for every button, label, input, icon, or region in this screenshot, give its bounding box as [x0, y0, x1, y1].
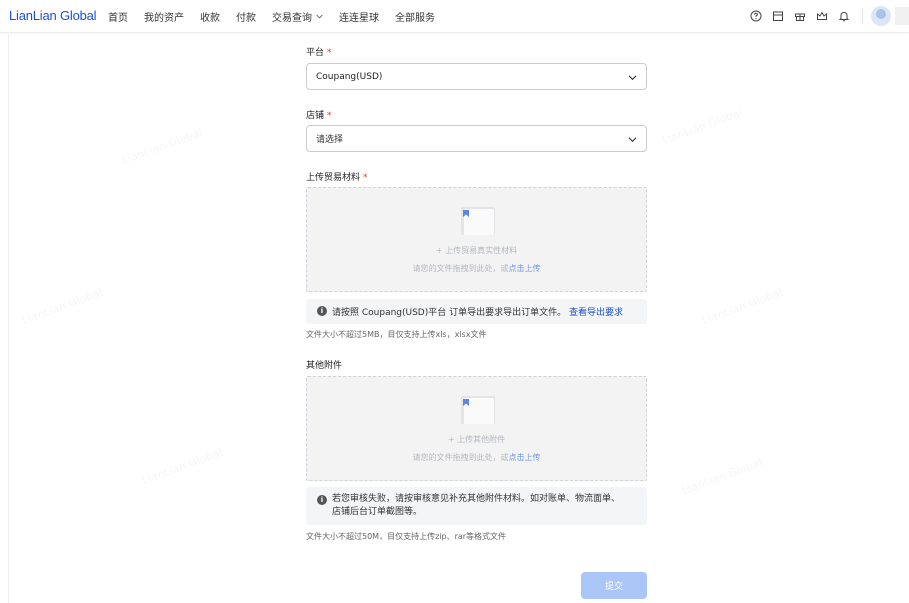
- folder-icon: [461, 396, 495, 424]
- help-icon[interactable]: [750, 10, 762, 22]
- other-attachment-notice: i 若您审核失败，请按审核意见补充其他附件材料。如对账单、物流面单、 店铺后台订…: [306, 487, 647, 525]
- nav-transactions-label: 交易查询: [272, 13, 312, 24]
- required-mark: *: [327, 111, 332, 121]
- click-upload-link[interactable]: 点击上传: [509, 453, 541, 462]
- calendar-icon[interactable]: [772, 10, 784, 22]
- folder-icon: [461, 207, 495, 235]
- platform-label: 平台 *: [306, 45, 332, 58]
- chevron-down-icon: [628, 137, 637, 143]
- store-select[interactable]: 请选择: [306, 125, 647, 152]
- top-nav: LianLian Global 首页 我的资产 收款 付款 交易查询 连连星球 …: [0, 0, 909, 33]
- trade-material-label: 上传贸易材料 *: [306, 170, 368, 183]
- other-attachment-tip: 文件大小不超过50M，目仅支持上传zip、rar等格式文件: [306, 532, 507, 541]
- notice-message: 请按照 Coupang(USD)平台 订单导出要求导出订单文件。: [332, 308, 567, 318]
- trade-material-notice: i 请按照 Coupang(USD)平台 订单导出要求导出订单文件。 查看导出要…: [306, 299, 647, 324]
- notice-text: 若您审核失败，请按审核意见补充其他附件材料。如对账单、物流面单、 店铺后台订单截…: [332, 493, 637, 519]
- store-label-text: 店铺: [306, 111, 325, 121]
- upload-hint: 请您的文件拖拽到此处，或点击上传: [307, 263, 646, 274]
- gift-icon[interactable]: [794, 10, 806, 22]
- notice-line-2: 店铺后台订单截图等。: [332, 507, 423, 517]
- upload-title: + 上传贸易真实性材料: [435, 246, 518, 255]
- notice-line-1: 若您审核失败，请按审核意见补充其他附件材料。如对账单、物流面单、: [332, 494, 621, 504]
- nav-receive[interactable]: 收款: [200, 9, 220, 24]
- nav-all-services[interactable]: 全部服务: [395, 9, 435, 24]
- upload-title: + 上传其他附件: [447, 435, 506, 444]
- upload-hint-text: 请您的文件拖拽到此处，或: [412, 453, 509, 462]
- required-mark: *: [363, 173, 368, 183]
- info-icon: i: [317, 495, 327, 505]
- chevron-down-icon: [316, 14, 323, 19]
- platform-select-value: Coupang(USD): [316, 71, 383, 82]
- submit-button[interactable]: 提交: [581, 572, 647, 599]
- upload-hint: 请您的文件拖拽到此处，或点击上传: [307, 452, 646, 463]
- chevron-down-icon: [628, 75, 637, 81]
- main-nav: 首页 我的资产 收款 付款 交易查询 连连星球 全部服务: [108, 9, 451, 24]
- account-name-placeholder[interactable]: [895, 7, 909, 25]
- notice-text: 请按照 Coupang(USD)平台 订单导出要求导出订单文件。 查看导出要求: [332, 305, 623, 318]
- header-actions: [750, 6, 909, 26]
- store-label: 店铺 *: [306, 108, 332, 121]
- nav-pay[interactable]: 付款: [236, 9, 256, 24]
- nav-assets[interactable]: 我的资产: [144, 9, 184, 24]
- bell-icon[interactable]: [838, 10, 850, 22]
- other-attachment-label: 其他附件: [306, 361, 343, 371]
- trade-material-label-text: 上传贸易材料: [306, 173, 361, 183]
- info-icon: i: [317, 306, 327, 316]
- platform-select[interactable]: Coupang(USD): [306, 63, 647, 90]
- nav-transactions[interactable]: 交易查询: [272, 9, 323, 24]
- nav-home[interactable]: 首页: [108, 9, 128, 24]
- avatar[interactable]: [871, 6, 891, 26]
- store-select-placeholder: 请选择: [316, 135, 344, 145]
- trade-material-dropzone[interactable]: + 上传贸易真实性材料 请您的文件拖拽到此处，或点击上传: [306, 187, 647, 292]
- export-requirements-link[interactable]: 查看导出要求: [569, 308, 623, 318]
- upload-hint-text: 请您的文件拖拽到此处，或: [412, 264, 509, 273]
- required-mark: *: [327, 48, 332, 58]
- platform-label-text: 平台: [306, 48, 325, 58]
- header-divider: [862, 9, 863, 23]
- brand-logo[interactable]: LianLian Global: [9, 8, 97, 23]
- left-rail: [0, 34, 9, 603]
- trade-material-tip: 文件大小不超过5MB，目仅支持上传xls，xlsx文件: [306, 330, 487, 339]
- click-upload-link[interactable]: 点击上传: [509, 264, 541, 273]
- crown-icon[interactable]: [816, 10, 828, 22]
- other-attachment-dropzone[interactable]: + 上传其他附件 请您的文件拖拽到此处，或点击上传: [306, 376, 647, 481]
- nav-planet[interactable]: 连连星球: [339, 9, 379, 24]
